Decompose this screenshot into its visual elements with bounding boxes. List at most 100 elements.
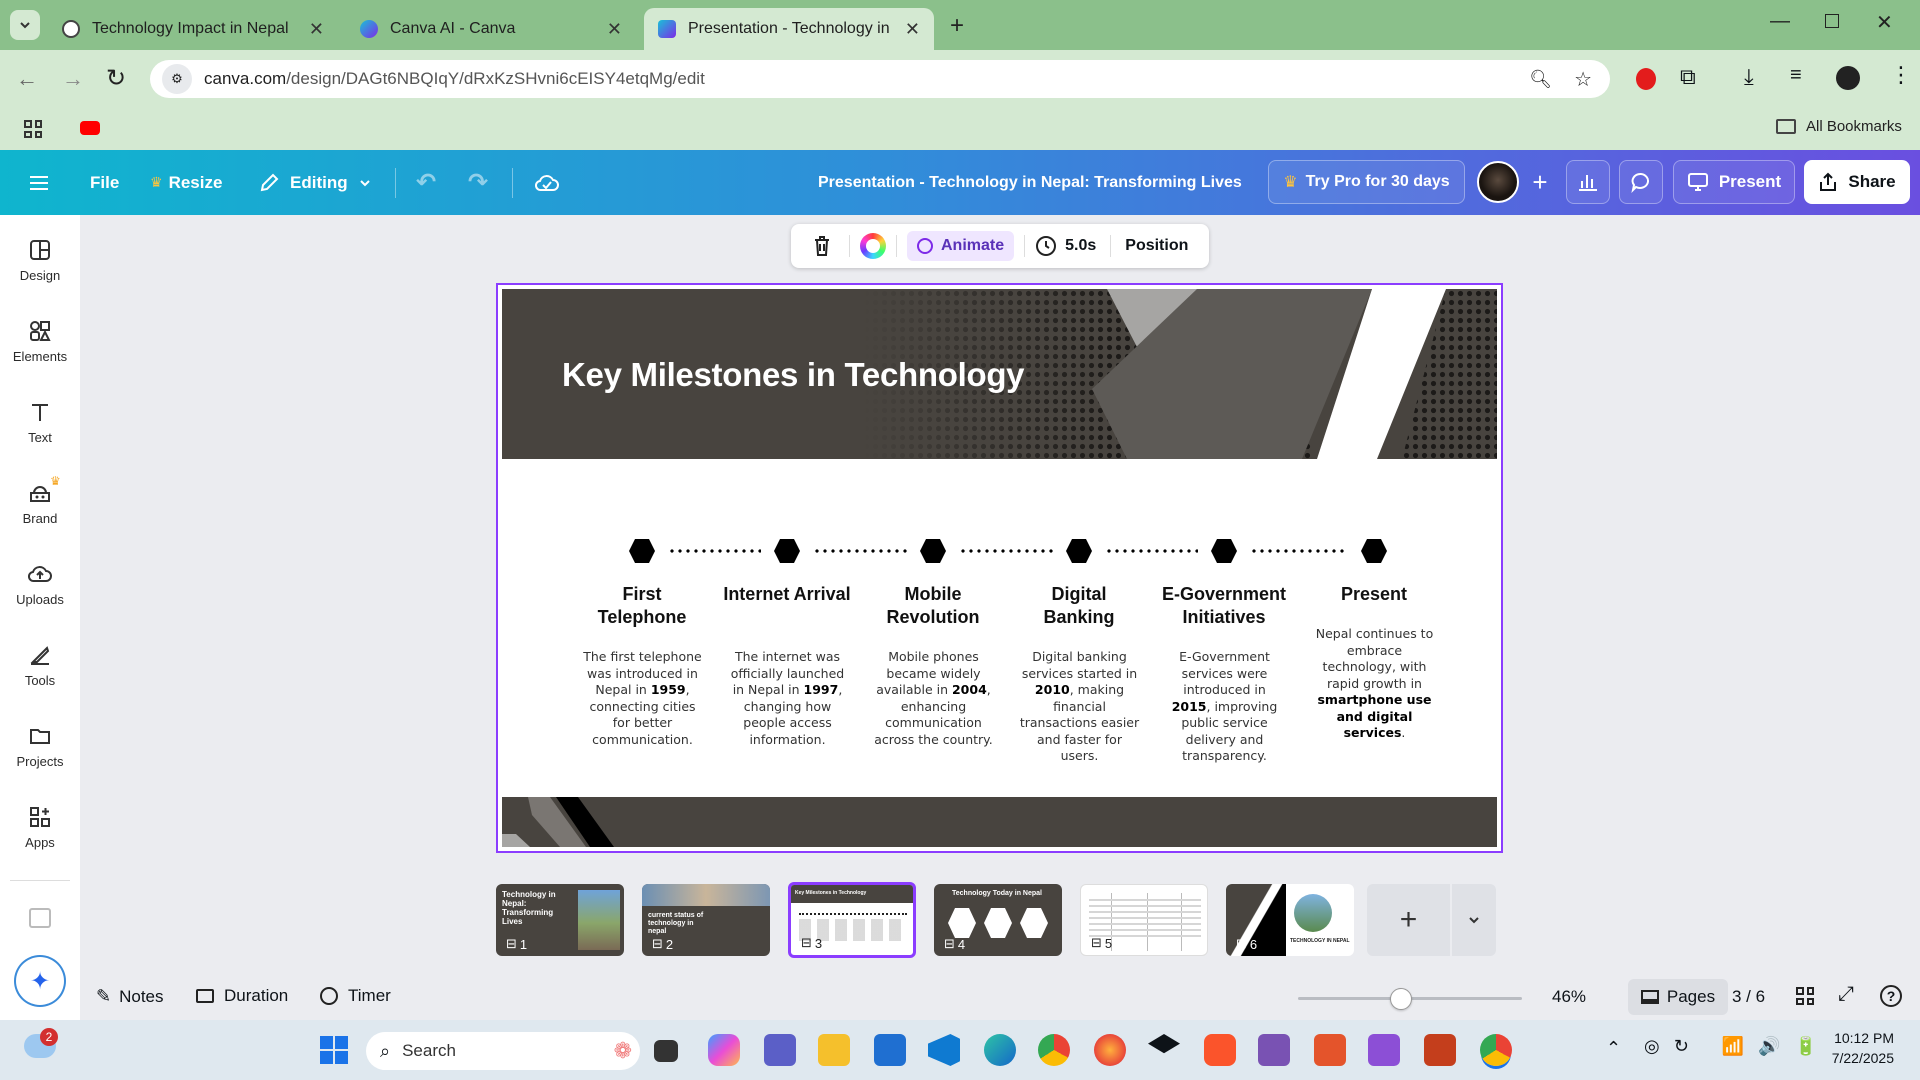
firefox-icon[interactable] — [1094, 1034, 1126, 1066]
teams-icon[interactable] — [764, 1034, 796, 1066]
try-pro-button[interactable]: ♛ Try Pro for 30 days — [1268, 160, 1465, 204]
copilot-icon[interactable] — [708, 1034, 740, 1066]
powerpoint-icon[interactable] — [1424, 1034, 1456, 1066]
add-page-button[interactable]: + — [1367, 884, 1450, 956]
milestone-description[interactable]: Nepal continues to embrace technology, w… — [1312, 626, 1437, 742]
timeline-hexagon-marker[interactable] — [1361, 539, 1387, 563]
page-thumbnail-5[interactable]: ⊟ 5 — [1080, 884, 1208, 956]
system-tray-chevron-icon[interactable]: ⌃ — [1606, 1038, 1621, 1059]
clock-date[interactable]: 7/22/2025 — [1812, 1050, 1894, 1066]
minimize-button[interactable]: — — [1770, 10, 1790, 33]
zoom-icon[interactable]: 🔍︎ — [1529, 69, 1552, 90]
site-info-icon[interactable]: ⚙ — [162, 64, 192, 94]
close-window-button[interactable]: ✕ — [1876, 10, 1893, 35]
milestone-title[interactable]: Present — [1309, 583, 1439, 606]
address-bar[interactable]: ⚙ canva.com/design/DAGt6NBQIqY/dRxKzSHvn… — [150, 60, 1610, 98]
present-button[interactable]: Present — [1673, 160, 1795, 204]
page-thumbnail-2[interactable]: current status of technology in nepal ⊟ 2 — [642, 884, 770, 956]
slide-selection-frame[interactable]: Key Milestones in Technology First Telep… — [496, 283, 1503, 853]
milestone-description[interactable]: The first telephone was introduced in Ne… — [580, 649, 705, 748]
document-title[interactable]: Presentation - Technology in Nepal: Tran… — [818, 150, 1242, 215]
insights-button[interactable] — [1566, 160, 1610, 204]
download-icon[interactable]: ⤓ — [1744, 64, 1754, 90]
milestone-title[interactable]: E-Government Initiatives — [1159, 583, 1289, 629]
edge-icon[interactable] — [984, 1034, 1016, 1066]
browser-tab[interactable]: Canva AI - Canva ✕ — [346, 8, 636, 50]
close-tab-icon[interactable]: ✕ — [607, 19, 622, 40]
close-tab-icon[interactable]: ✕ — [309, 19, 324, 40]
duration-button[interactable]: 5.0s — [1035, 235, 1096, 257]
animate-button[interactable]: Animate — [907, 231, 1015, 261]
timeline-hexagon-marker[interactable] — [1211, 539, 1237, 563]
page-thumbnail-4[interactable]: Technology Today in Nepal ⊟ 4 — [934, 884, 1062, 956]
redo-button[interactable]: ↷ — [468, 150, 488, 215]
fullscreen-icon[interactable]: ⤢ — [1838, 983, 1854, 1006]
timeline-dotted-connector[interactable] — [813, 549, 907, 553]
milestone-description[interactable]: Digital banking services started in 2010… — [1017, 649, 1142, 765]
sidebar-item-text[interactable]: Text — [0, 387, 80, 457]
grid-view-icon[interactable] — [1796, 987, 1814, 1005]
reload-button[interactable]: ↻ — [106, 64, 126, 93]
position-button[interactable]: Position — [1125, 237, 1188, 255]
milestone-description[interactable]: Mobile phones became widely available in… — [871, 649, 996, 748]
comments-button[interactable] — [1619, 160, 1663, 204]
tray-icons[interactable]: ◎↻ 📶🔊🔋 — [1644, 1036, 1831, 1057]
milestone-title[interactable]: Mobile Revolution — [868, 583, 998, 629]
sidebar-item-brand[interactable]: Brand ♛ — [0, 468, 80, 538]
sidebar-item-uploads[interactable]: Uploads — [0, 549, 80, 619]
codesandbox-icon[interactable] — [1314, 1034, 1346, 1066]
microsoft-store-icon[interactable] — [874, 1034, 906, 1066]
sidebar-item-projects[interactable]: Projects — [0, 711, 80, 781]
milestone-description[interactable]: The internet was officially launched in … — [725, 649, 850, 748]
forward-button[interactable]: → — [62, 66, 84, 92]
timeline-hexagon-marker[interactable] — [920, 539, 946, 563]
page-thumbnail-3-selected[interactable]: Key Milestones in Technology ⊟ 3 — [788, 882, 916, 958]
help-icon[interactable]: ? — [1880, 985, 1902, 1007]
share-button[interactable]: Share — [1804, 160, 1910, 204]
user-avatar[interactable] — [1477, 161, 1519, 203]
all-bookmarks[interactable]: All Bookmarks — [1776, 118, 1902, 135]
taskbar-search[interactable]: ⌕ Search ❁ — [366, 1032, 640, 1070]
delete-button[interactable] — [805, 235, 839, 257]
brave-icon[interactable] — [1204, 1034, 1236, 1066]
slide-canvas[interactable]: Key Milestones in Technology First Telep… — [502, 289, 1497, 847]
task-view-icon[interactable] — [654, 1040, 678, 1062]
timeline-dotted-connector[interactable] — [1105, 549, 1198, 553]
clock-time[interactable]: 10:12 PM — [1834, 1030, 1894, 1046]
timer-button[interactable]: Timer — [320, 986, 391, 1006]
chrome-icon[interactable] — [1038, 1034, 1070, 1066]
sidebar-item-design[interactable]: Design — [0, 225, 80, 295]
page-counter[interactable]: 3 / 6 — [1732, 987, 1765, 1007]
page-thumbnail-6[interactable]: TECHNOLOGY IN NEPAL ⊟ 6 — [1226, 884, 1354, 956]
sidebar-item-tools[interactable]: Tools — [0, 630, 80, 700]
file-menu-button[interactable]: File — [90, 150, 119, 215]
bookmark-star-icon[interactable]: ☆ — [1574, 67, 1592, 92]
color-picker-button[interactable] — [860, 233, 886, 259]
editing-mode-button[interactable]: Editing — [258, 150, 372, 215]
apps-grid-icon[interactable] — [24, 120, 42, 138]
slide-title[interactable]: Key Milestones in Technology — [562, 356, 1025, 394]
file-explorer-icon[interactable] — [818, 1034, 850, 1066]
new-tab-button[interactable]: + — [950, 12, 964, 40]
back-button[interactable]: ← — [16, 66, 38, 92]
visual-studio-icon[interactable] — [1368, 1034, 1400, 1066]
close-tab-icon[interactable]: ✕ — [905, 19, 920, 40]
youtube-icon[interactable] — [80, 121, 100, 135]
zoom-slider-handle[interactable] — [1390, 988, 1413, 1010]
extensions-puzzle-icon[interactable]: ⧉ — [1680, 64, 1696, 90]
sidebar-item-elements[interactable]: Elements — [0, 306, 80, 376]
browser-menu-icon[interactable]: ⋮ — [1890, 62, 1912, 88]
timeline-dotted-connector[interactable] — [1250, 549, 1348, 553]
page-thumbnail-1[interactable]: Technology in Nepal: Transforming Lives … — [496, 884, 624, 956]
magic-media-icon[interactable] — [29, 908, 51, 928]
cloud-saved-icon[interactable] — [534, 150, 560, 215]
timeline-hexagon-marker[interactable] — [774, 539, 800, 563]
milestone-title[interactable]: First Telephone — [577, 583, 707, 629]
timeline-hexagon-marker[interactable] — [629, 539, 655, 563]
undo-button[interactable]: ↶ — [416, 150, 436, 215]
restore-button[interactable] — [1825, 14, 1839, 28]
milestone-title[interactable]: Digital Banking — [1014, 583, 1144, 629]
milestone-title[interactable]: Internet Arrival — [722, 583, 852, 606]
milestone-description[interactable]: E-Government services were introduced in… — [1162, 649, 1287, 765]
start-button[interactable] — [320, 1036, 348, 1064]
